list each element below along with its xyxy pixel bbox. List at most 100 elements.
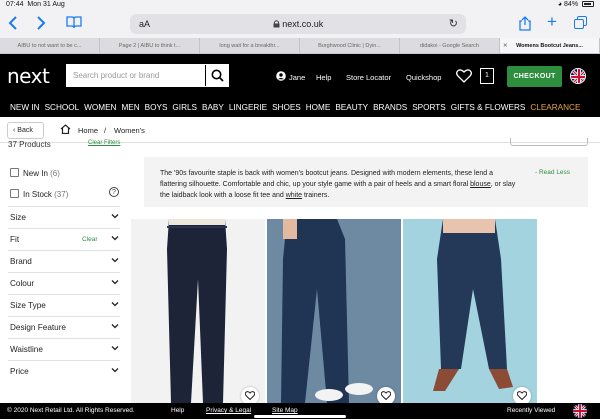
checkbox-count: (37): [54, 190, 69, 199]
filter-label: Colour: [10, 279, 35, 288]
share-icon[interactable]: [519, 16, 531, 35]
browser-tab[interactable]: Page 2 | AIBU to think t...: [100, 38, 200, 53]
plus-icon[interactable]: +: [547, 13, 557, 30]
browser-tab[interactable]: AIBU to not want to be c...: [0, 38, 100, 53]
read-less-link[interactable]: - Read Less: [535, 169, 570, 176]
clear-filters-link[interactable]: Clear Filters: [88, 140, 120, 146]
description-part: The '90s favourite staple is back with w…: [160, 170, 494, 188]
browser-tab[interactable]: didakoi - Google Search: [400, 38, 500, 53]
filter-price[interactable]: Price: [8, 360, 120, 382]
back-label: Back: [17, 127, 33, 134]
nav-item[interactable]: MEN: [121, 103, 139, 112]
nav-item[interactable]: BABY: [202, 103, 224, 112]
product-image[interactable]: [131, 219, 265, 403]
filter-waistline[interactable]: Waistline: [8, 338, 120, 360]
checkbox-box[interactable]: [10, 189, 19, 198]
new-in-checkbox[interactable]: New In (6): [10, 168, 60, 178]
book-icon[interactable]: [66, 16, 82, 33]
reload-icon[interactable]: ↻: [449, 17, 458, 30]
description-text: The '90s favourite staple is back with w…: [160, 168, 520, 201]
nav-item[interactable]: BEAUTY: [335, 103, 368, 112]
fit-clear-link[interactable]: Clear: [82, 236, 98, 243]
quickshop-link[interactable]: Quickshop: [406, 73, 441, 82]
product-image[interactable]: [403, 219, 537, 403]
home-indicator[interactable]: [254, 415, 346, 418]
nav-item[interactable]: BRANDS: [373, 103, 407, 112]
checkout-button[interactable]: CHECKOUT: [507, 66, 562, 87]
checkbox-box[interactable]: [10, 168, 19, 177]
lock-icon: [273, 20, 280, 28]
filter-label: Size Type: [10, 301, 46, 310]
footer-help-link[interactable]: Help: [171, 407, 184, 414]
address-bar[interactable]: aA next.co.uk ↻: [130, 14, 466, 34]
help-icon[interactable]: ?: [109, 187, 119, 197]
nav-item[interactable]: NEW IN: [10, 103, 40, 112]
tabs-icon[interactable]: [574, 16, 587, 33]
browser-tab[interactable]: Burghwood Clinic | Dyin...: [300, 38, 400, 53]
search-input[interactable]: Search product or brand: [73, 71, 159, 80]
nav-item[interactable]: SHOES: [272, 103, 301, 112]
main-nav: NEW IN SCHOOL WOMEN MEN BOYS GIRLS BABY …: [0, 98, 600, 117]
status-time: 07:44 Mon 31 Aug: [6, 1, 65, 8]
in-stock-checkbox[interactable]: In Stock (37): [10, 189, 68, 199]
tab-title: Page 2 | AIBU to think t...: [118, 43, 181, 49]
nav-item[interactable]: SPORTS: [412, 103, 446, 112]
wishlist-button[interactable]: [377, 387, 395, 403]
next-logo[interactable]: next: [7, 64, 50, 88]
filter-fit[interactable]: Fit Clear: [8, 228, 120, 250]
sort-dropdown[interactable]: [510, 138, 588, 146]
search-box[interactable]: Search product or brand: [66, 64, 229, 87]
nav-item[interactable]: LINGERIE: [229, 103, 267, 112]
account-name[interactable]: Jane: [289, 73, 305, 82]
bag-icon[interactable]: 1: [480, 68, 494, 84]
filter-label: Brand: [10, 257, 32, 266]
nav-item[interactable]: WOMEN: [84, 103, 116, 112]
search-button[interactable]: [205, 65, 228, 86]
nav-item[interactable]: GIRLS: [172, 103, 197, 112]
browser-tab-active[interactable]: ✕ Womens Bootcut Jeans...: [500, 38, 600, 53]
store-locator-link[interactable]: Store Locator: [346, 73, 391, 82]
nav-item[interactable]: HOME: [306, 103, 331, 112]
filter-size-type[interactable]: Size Type: [8, 294, 120, 316]
heart-icon: [517, 391, 527, 400]
back-button[interactable]: ‹ Back: [7, 122, 44, 139]
wishlist-button[interactable]: [241, 387, 259, 403]
filter-label: Design Feature: [10, 323, 66, 332]
browser-tab[interactable]: long wait for a breakthr...: [200, 38, 300, 53]
uk-flag-icon[interactable]: [570, 68, 586, 84]
breadcrumb-home[interactable]: Home: [78, 126, 98, 135]
battery-icon: [582, 1, 594, 7]
chevron-down-icon: [111, 302, 119, 307]
home-icon[interactable]: [60, 124, 71, 134]
nav-item[interactable]: SCHOOL: [45, 103, 80, 112]
privacy-legal-link[interactable]: Privacy & Legal: [206, 407, 251, 414]
product-image[interactable]: [267, 219, 401, 403]
nav-item-clearance[interactable]: CLEARANCE: [530, 103, 580, 112]
help-link[interactable]: Help: [316, 73, 331, 82]
forward-chevron-icon[interactable]: [36, 16, 46, 34]
filter-brand[interactable]: Brand: [8, 250, 120, 272]
close-tab-icon[interactable]: ✕: [503, 38, 508, 53]
description-part: trainers.: [302, 192, 330, 199]
wishlist-button[interactable]: [513, 387, 531, 403]
tab-title: Burghwood Clinic | Dyin...: [318, 43, 381, 49]
clock: 07:44: [6, 1, 24, 8]
filter-design-feature[interactable]: Design Feature: [8, 316, 120, 338]
chevron-down-icon: [111, 214, 119, 219]
browser-tabs: AIBU to not want to be c... Page 2 | AIB…: [0, 38, 600, 54]
site-map-link[interactable]: Site Map: [272, 407, 298, 414]
filter-label: Price: [10, 367, 29, 376]
checkbox-label: In Stock: [23, 190, 52, 199]
white-link[interactable]: white: [286, 192, 302, 199]
blouse-link[interactable]: blouse: [470, 181, 491, 188]
filter-size[interactable]: Size: [8, 206, 120, 228]
back-chevron-icon[interactable]: [8, 16, 18, 34]
nav-item[interactable]: GIFTS & FLOWERS: [451, 103, 526, 112]
filter-colour[interactable]: Colour: [8, 272, 120, 294]
nav-item[interactable]: BOYS: [145, 103, 168, 112]
recently-viewed-link[interactable]: Recently Viewed: [507, 407, 555, 414]
chevron-down-icon: [111, 368, 119, 373]
user-icon[interactable]: [276, 71, 286, 81]
chevron-down-icon: [111, 324, 119, 329]
heart-icon[interactable]: [456, 69, 472, 83]
